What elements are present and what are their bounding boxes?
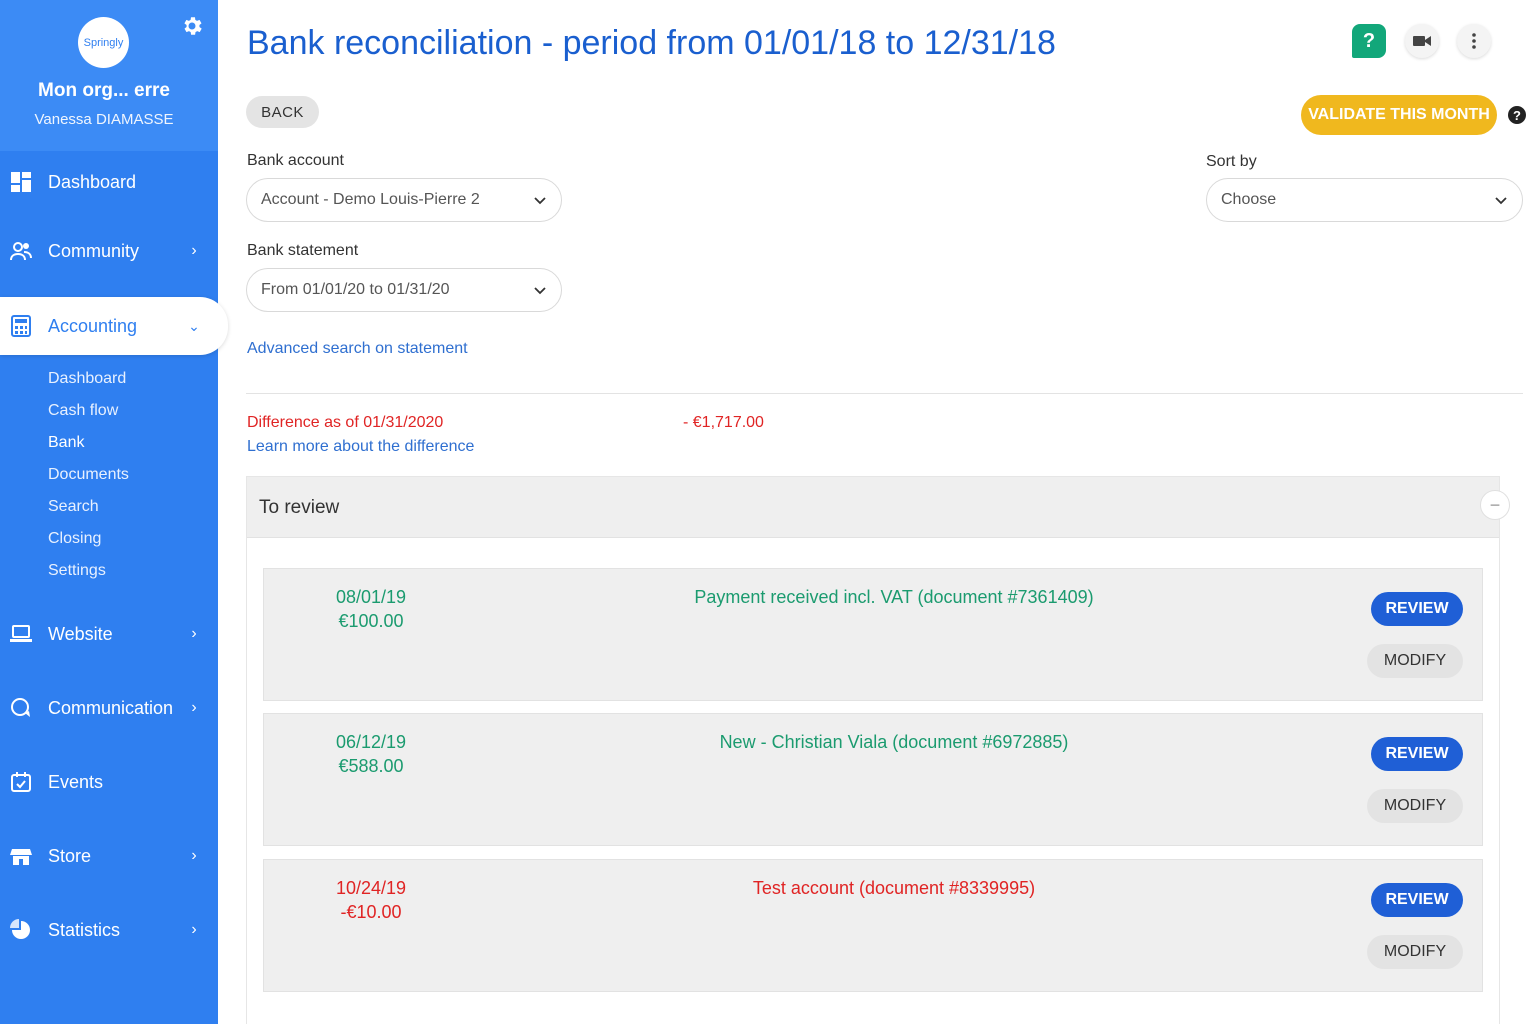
nav-item-statistics[interactable]: Statistics ›: [0, 904, 218, 956]
transaction-date: 06/12/19: [335, 732, 407, 752]
video-camera-icon[interactable]: [1405, 24, 1439, 58]
chevron-down-icon: [534, 287, 546, 295]
nav-item-dashboard[interactable]: Dashboard: [0, 156, 218, 208]
nav-label-communication: Communication: [48, 697, 174, 718]
communication-chat-icon: [11, 698, 30, 717]
validate-month-button[interactable]: VALIDATE THIS MONTH: [1301, 95, 1497, 135]
bank-statement-value: From 01/01/20 to 01/31/20: [261, 281, 450, 298]
organization-name: Mon org... erre: [38, 80, 170, 101]
community-icon: [10, 242, 32, 261]
transaction-description: New - Christian Viala (document #6972885…: [719, 732, 1069, 752]
bank-statement-select[interactable]: From 01/01/20 to 01/31/20: [246, 268, 562, 312]
nav-item-accounting[interactable]: Accounting ⌄: [0, 297, 228, 355]
sidebar-header: Springly Mon org... erre Vanessa DIAMASS…: [0, 0, 218, 151]
nav-label-dashboard: Dashboard: [48, 171, 137, 192]
nav-item-website[interactable]: Website ›: [0, 608, 218, 660]
more-vertical-icon[interactable]: [1457, 24, 1491, 58]
subnav-documents[interactable]: Documents: [48, 466, 129, 484]
settings-gear-icon[interactable]: [180, 14, 204, 38]
chevron-right-icon: ›: [191, 921, 197, 938]
sort-by-label: Sort by: [1206, 153, 1257, 170]
transaction-description: Payment received incl. VAT (document #73…: [694, 587, 1094, 607]
page-title: Bank reconciliation - period from 01/01/…: [247, 24, 1056, 62]
sort-by-value: Choose: [1221, 191, 1277, 208]
nav-label-accounting: Accounting: [48, 315, 138, 336]
transaction-description: Test account (document #8339995): [752, 878, 1036, 898]
nav-item-community[interactable]: Community ›: [0, 225, 218, 277]
to-review-header: To review: [247, 477, 1499, 538]
events-calendar-icon: [11, 772, 31, 792]
transaction-date: 08/01/19: [335, 587, 407, 607]
transaction-amount: -€10.00: [340, 902, 402, 922]
modify-button[interactable]: MODIFY: [1367, 789, 1463, 823]
nav-label-store: Store: [48, 845, 92, 866]
learn-more-link[interactable]: Learn more about the difference: [247, 438, 474, 456]
website-laptop-icon: [10, 625, 32, 642]
advanced-search-link[interactable]: Advanced search on statement: [247, 340, 468, 358]
store-icon: [10, 849, 32, 865]
chevron-down-icon: ⌄: [188, 317, 200, 334]
statistics-pie-icon: [10, 919, 30, 939]
sidebar: Springly Mon org... erre Vanessa DIAMASS…: [0, 0, 228, 1024]
transaction-row: 08/01/19 €100.00 Payment received incl. …: [263, 568, 1483, 701]
nav-label-community: Community: [48, 240, 140, 261]
subnav-settings[interactable]: Settings: [48, 562, 106, 580]
nav-label-events: Events: [48, 771, 104, 792]
sort-by-select[interactable]: Choose: [1206, 178, 1523, 222]
question-help-icon[interactable]: ?: [1508, 106, 1526, 124]
chevron-right-icon: ›: [191, 625, 197, 642]
chevron-right-icon: ›: [191, 847, 197, 864]
user-name: Vanessa DIAMASSE: [34, 111, 174, 128]
review-button[interactable]: REVIEW: [1371, 737, 1463, 771]
bank-statement-label: Bank statement: [247, 242, 359, 259]
subnav-bank[interactable]: Bank: [48, 434, 84, 452]
chevron-down-icon: [534, 197, 546, 205]
review-button[interactable]: REVIEW: [1371, 592, 1463, 626]
help-icon[interactable]: ?: [1352, 24, 1386, 58]
transaction-row: 10/24/19 -€10.00 Test account (document …: [263, 859, 1483, 992]
subnav-closing[interactable]: Closing: [48, 530, 101, 548]
accounting-calculator-icon: [11, 315, 31, 337]
difference-value: - €1,717.00: [683, 414, 764, 431]
transaction-row: 06/12/19 €588.00 New - Christian Viala (…: [263, 713, 1483, 846]
nav-label-statistics: Statistics: [48, 919, 121, 940]
nav-label-website: Website: [48, 623, 113, 644]
transaction-date: 10/24/19: [335, 878, 407, 898]
modify-button[interactable]: MODIFY: [1367, 644, 1463, 678]
transaction-amount: €588.00: [338, 756, 404, 776]
transaction-amount: €100.00: [338, 611, 404, 631]
difference-label: Difference as of 01/31/2020: [247, 414, 444, 431]
dashboard-icon: [11, 172, 31, 192]
bank-account-select[interactable]: Account - Demo Louis-Pierre 2: [246, 178, 562, 222]
springly-logo[interactable]: Springly: [78, 17, 129, 68]
modify-button[interactable]: MODIFY: [1367, 935, 1463, 969]
divider: [246, 393, 1523, 394]
nav-item-store[interactable]: Store ›: [0, 830, 218, 882]
collapse-minus-icon[interactable]: −: [1480, 490, 1510, 520]
chevron-right-icon: ›: [191, 242, 197, 259]
bank-account-value: Account - Demo Louis-Pierre 2: [261, 191, 480, 208]
bank-account-label: Bank account: [247, 152, 344, 169]
subnav-dashboard[interactable]: Dashboard: [48, 370, 126, 388]
subnav-search[interactable]: Search: [48, 498, 99, 516]
nav-item-events[interactable]: Events: [0, 756, 218, 808]
nav-item-communication[interactable]: Communication ›: [0, 682, 218, 734]
back-button[interactable]: BACK: [246, 96, 319, 128]
review-button[interactable]: REVIEW: [1371, 883, 1463, 917]
chevron-right-icon: ›: [191, 699, 197, 716]
chevron-down-icon: [1495, 197, 1507, 205]
subnav-cash-flow[interactable]: Cash flow: [48, 402, 118, 420]
to-review-title: To review: [259, 497, 340, 518]
